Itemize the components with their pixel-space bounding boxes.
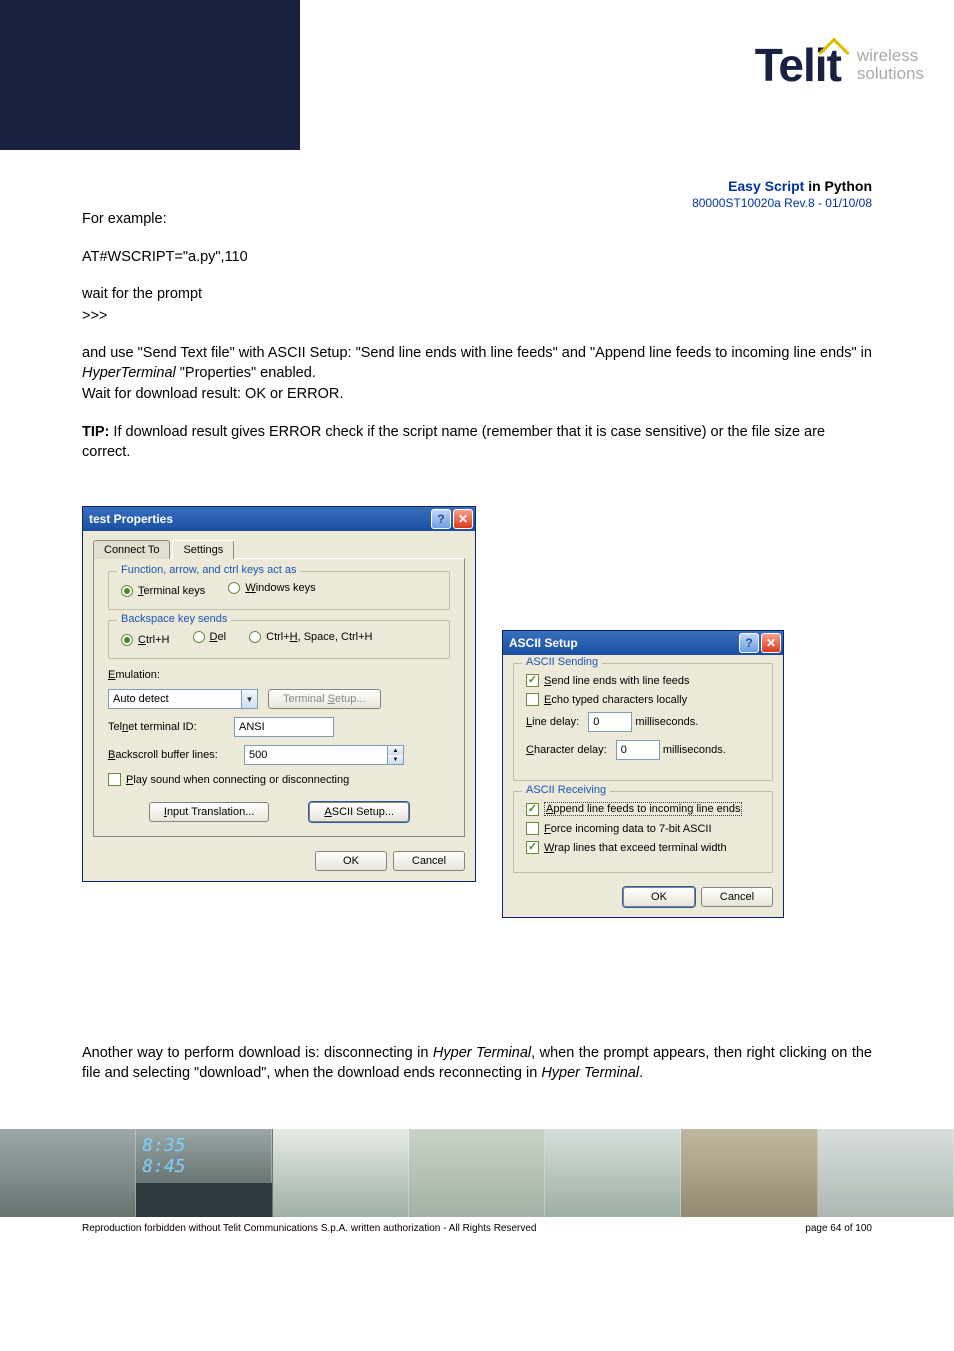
titlebar[interactable]: test Properties ? ✕	[83, 507, 475, 531]
ascii-receiving-group: ASCII Receiving ✓Append line feeds to in…	[513, 791, 773, 873]
append-linefeeds-checkbox[interactable]: ✓Append line feeds to incoming line ends	[526, 802, 760, 816]
tab-connect-to[interactable]: Connect To	[93, 540, 170, 559]
radio-ctrlh[interactable]: Ctrl+H	[121, 634, 169, 646]
emulation-select[interactable]: Auto detect▼	[108, 689, 258, 709]
checkbox-icon: ✓	[526, 674, 539, 687]
char-delay-label: Character delay:	[526, 744, 607, 756]
close-icon[interactable]: ✕	[761, 633, 781, 653]
clock-icon: 8:358:45	[136, 1129, 271, 1183]
page-number: page 64 of 100	[805, 1223, 872, 1234]
tabs: Connect To Settings	[93, 540, 465, 559]
titlebar[interactable]: ASCII Setup ? ✕	[503, 631, 783, 655]
input-translation-button[interactable]: Input Translation...	[149, 802, 270, 822]
radio-dot-icon	[121, 585, 133, 597]
help-icon[interactable]: ?	[739, 633, 759, 653]
checkbox-icon	[526, 822, 539, 835]
checkbox-icon	[526, 693, 539, 706]
send-line-ends-checkbox[interactable]: ✓Send line ends with line feeds	[526, 674, 760, 687]
page-header: Telit wireless solutions	[0, 0, 954, 150]
test-properties-dialog: test Properties ? ✕ Connect To Settings …	[82, 506, 476, 882]
checkbox-icon: ✓	[526, 803, 539, 816]
close-icon[interactable]: ✕	[453, 509, 473, 529]
brand-logo: Telit wireless solutions	[755, 38, 924, 92]
tab-pane-settings: Function, arrow, and ctrl keys act as Te…	[93, 558, 465, 837]
line-delay-input[interactable]	[588, 712, 632, 732]
wrap-lines-checkbox[interactable]: ✓Wrap lines that exceed terminal width	[526, 841, 760, 854]
brand-tagline: wireless solutions	[857, 47, 924, 83]
function-keys-group: Function, arrow, and ctrl keys act as Te…	[108, 571, 450, 610]
spin-up-icon[interactable]: ▲	[387, 746, 403, 755]
backscroll-spinner[interactable]: 500▲▼	[244, 745, 404, 765]
cancel-button[interactable]: Cancel	[393, 851, 465, 871]
dialog-title: ASCII Setup	[509, 636, 578, 650]
ok-button[interactable]: OK	[623, 887, 695, 907]
backspace-group: Backspace key sends Ctrl+H Del Ctrl+H, S…	[108, 620, 450, 659]
backscroll-label: Backscroll buffer lines:	[108, 749, 238, 761]
radio-dot-icon	[249, 631, 261, 643]
telnet-id-label: Telnet terminal ID:	[108, 721, 228, 733]
tab-settings[interactable]: Settings	[172, 540, 234, 559]
play-sound-checkbox[interactable]: Play sound when connecting or disconnect…	[108, 773, 450, 786]
checkbox-icon	[108, 773, 121, 786]
ok-button[interactable]: OK	[315, 851, 387, 871]
screenshots-area: test Properties ? ✕ Connect To Settings …	[82, 506, 872, 1000]
help-icon[interactable]: ?	[431, 509, 451, 529]
radio-ctrlh-space[interactable]: Ctrl+H, Space, Ctrl+H	[249, 631, 372, 643]
emulation-label: Emulation:	[108, 669, 160, 681]
ascii-setup-dialog: ASCII Setup ? ✕ ASCII Sending ✓Send line…	[502, 630, 784, 918]
char-delay-input[interactable]	[616, 740, 660, 760]
body-text: For example: AT#WSCRIPT="a.py",110 wait …	[82, 210, 872, 462]
spin-down-icon[interactable]: ▼	[387, 755, 403, 764]
telnet-id-input[interactable]	[234, 717, 334, 737]
cancel-button[interactable]: Cancel	[701, 887, 773, 907]
radio-dot-icon	[228, 582, 240, 594]
radio-dot-icon	[121, 634, 133, 646]
radio-del[interactable]: Del	[193, 631, 227, 643]
radio-dot-icon	[193, 631, 205, 643]
checkbox-icon: ✓	[526, 841, 539, 854]
header-dark-block	[0, 0, 300, 150]
tip-label: TIP:	[82, 424, 109, 440]
footer-image-strip: 8:358:45	[0, 1129, 954, 1217]
dialog-title: test Properties	[89, 512, 173, 526]
terminal-setup-button: Terminal Setup...	[268, 689, 381, 709]
force-7bit-checkbox[interactable]: Force incoming data to 7-bit ASCII	[526, 822, 760, 835]
line-delay-label: Line delay:	[526, 716, 579, 728]
radio-terminal-keys[interactable]: Terminal keys	[121, 585, 205, 597]
after-text: Another way to perform download is: disc…	[82, 1044, 872, 1083]
echo-typed-checkbox[interactable]: Echo typed characters locally	[526, 693, 760, 706]
radio-windows-keys[interactable]: Windows keys	[228, 582, 315, 594]
chevron-down-icon[interactable]: ▼	[241, 690, 257, 708]
ascii-sending-group: ASCII Sending ✓Send line ends with line …	[513, 663, 773, 781]
document-meta: Easy Script in Python 80000ST10020a Rev.…	[82, 178, 872, 210]
footer-copyright: Reproduction forbidden without Telit Com…	[0, 1217, 954, 1240]
ascii-setup-button[interactable]: ASCII Setup...	[309, 802, 409, 822]
